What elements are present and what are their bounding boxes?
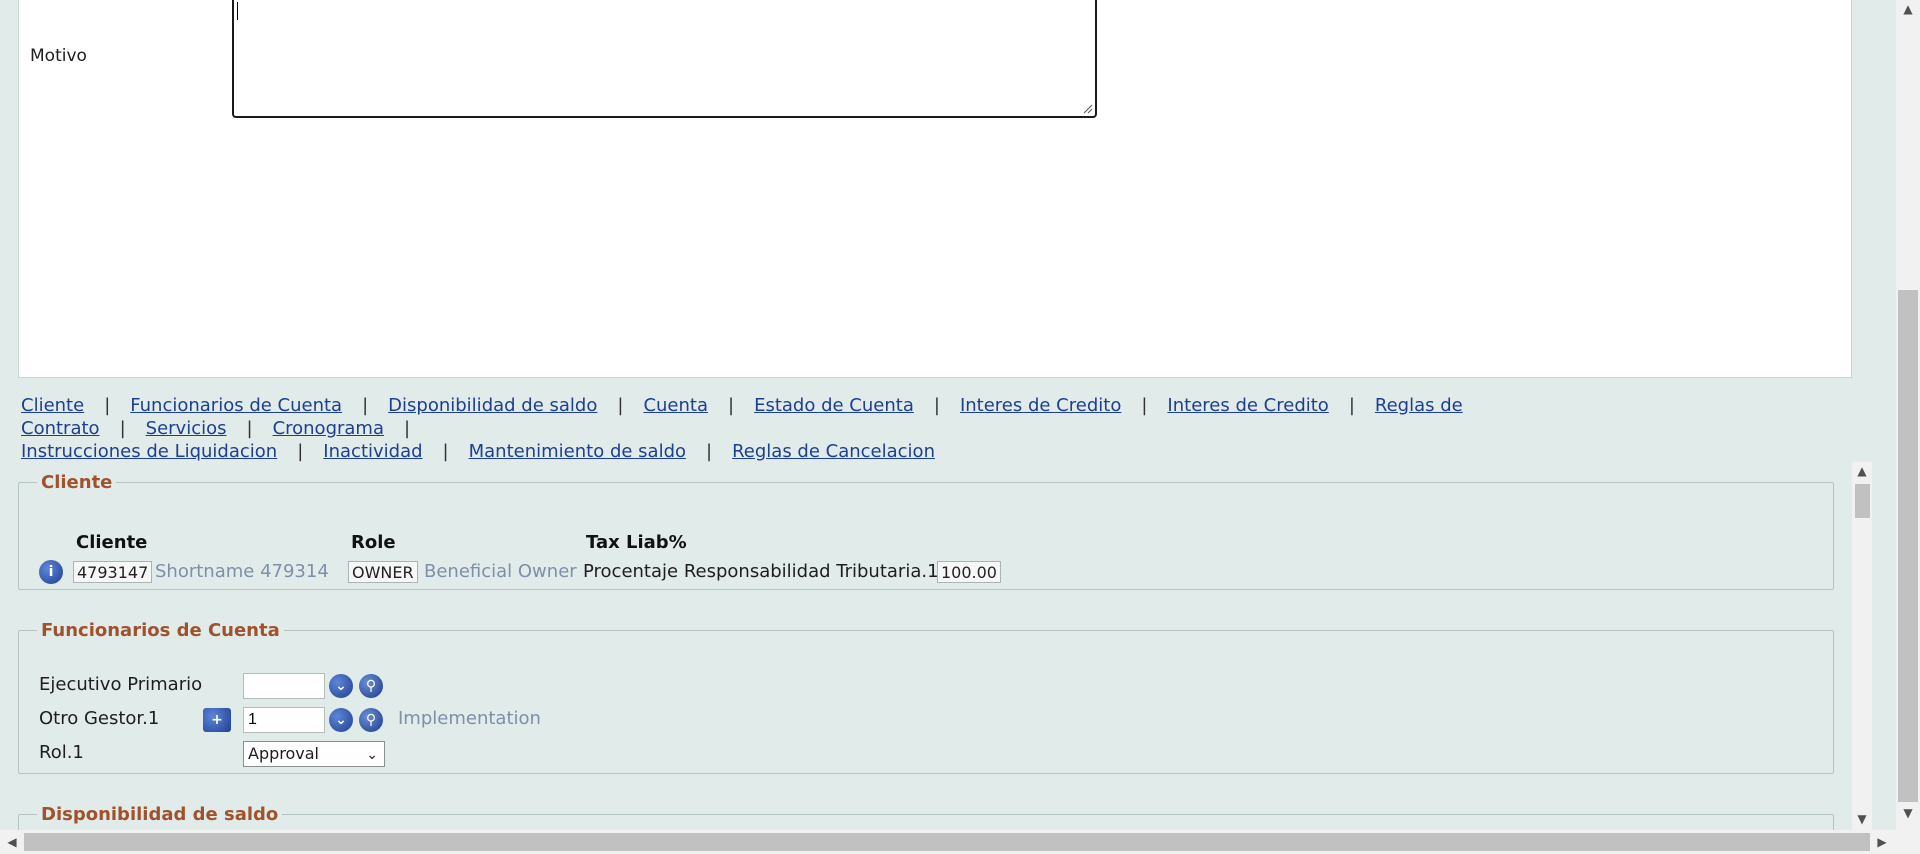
rol-label: Rol.1 [39, 742, 84, 763]
role-header: Role [351, 532, 396, 553]
horizontal-scrollbar[interactable]: ◀ ▶ [0, 830, 1896, 854]
link-separator: | [104, 395, 111, 416]
rol-select[interactable]: Approval ⌄ [243, 741, 385, 767]
role-code-field: OWNER [348, 561, 418, 583]
link-separator: | [1141, 395, 1148, 416]
disponibilidad-fieldset: Disponibilidad de saldo [18, 804, 1834, 830]
nav-link-cronograma[interactable]: Cronograma [273, 418, 384, 439]
plus-icon[interactable]: + [203, 708, 231, 732]
tax-label: Procentaje Responsabilidad Tributaria.1 [583, 561, 939, 582]
link-separator: | [933, 395, 940, 416]
nav-link-instrucciones[interactable]: Instrucciones de Liquidacion [21, 441, 277, 462]
link-separator: | [1348, 395, 1355, 416]
scroll-right-icon[interactable]: ▶ [1874, 835, 1890, 849]
scroll-down-icon[interactable]: ▼ [1900, 806, 1916, 820]
motivo-panel: Motivo [18, 0, 1852, 378]
ejecutivo-label: Ejecutivo Primario [39, 674, 203, 695]
motivo-label: Motivo [30, 46, 87, 66]
page-scrollbar-thumb[interactable] [1898, 290, 1918, 802]
scroll-up-icon[interactable]: ▲ [1854, 464, 1870, 478]
magnifier-icon[interactable]: ⚲ [359, 674, 383, 698]
link-separator: | [706, 441, 713, 462]
tax-header: Tax Liab% [586, 532, 687, 553]
otro-gestor-label: Otro Gestor.1 [39, 708, 160, 729]
scroll-up-icon[interactable]: ▲ [1900, 2, 1916, 16]
chevron-down-icon: ⌄ [366, 747, 378, 763]
page-scrollbar[interactable]: ▲ ▼ [1896, 0, 1920, 854]
cliente-fieldset: Cliente Cliente Role Tax Liab% i 4793147… [18, 472, 1834, 590]
role-description: Beneficial Owner [424, 561, 577, 582]
nav-link-cuenta[interactable]: Cuenta [643, 395, 708, 416]
scroll-left-icon[interactable]: ◀ [4, 835, 20, 849]
text-caret [237, 2, 238, 20]
link-separator: | [119, 418, 126, 439]
section-scrollbar-thumb[interactable] [1855, 484, 1870, 518]
chevron-down-icon[interactable]: ⌄ [329, 674, 353, 698]
motivo-textarea[interactable] [232, 0, 1097, 118]
otro-gestor-description: Implementation [398, 708, 541, 729]
disponibilidad-legend: Disponibilidad de saldo [41, 804, 279, 825]
nav-link-disponibilidad[interactable]: Disponibilidad de saldo [388, 395, 597, 416]
nav-link-interes-credito-1[interactable]: Interes de Credito [960, 395, 1121, 416]
info-icon[interactable]: i [39, 560, 63, 584]
section-scrollbar[interactable]: ▲ ▼ [1852, 462, 1872, 830]
link-separator: | [728, 395, 735, 416]
nav-link-inactividad[interactable]: Inactividad [323, 441, 422, 462]
chevron-down-icon[interactable]: ⌄ [329, 708, 353, 732]
link-separator: | [246, 418, 253, 439]
client-shortname: Shortname 479314 [155, 561, 329, 582]
funcionarios-legend: Funcionarios de Cuenta [41, 620, 280, 641]
link-separator: | [442, 441, 449, 462]
sections-scroll-region: Cliente Cliente Role Tax Liab% i 4793147… [0, 462, 1876, 830]
nav-link-reglas-cancelacion[interactable]: Reglas de Cancelacion [732, 441, 935, 462]
magnifier-icon[interactable]: ⚲ [359, 708, 383, 732]
link-separator: | [617, 395, 624, 416]
link-separator: | [404, 418, 411, 439]
ejecutivo-input[interactable] [243, 673, 325, 699]
link-separator: | [297, 441, 304, 462]
section-nav-links: Cliente | Funcionarios de Cuenta | Disponibi… [21, 394, 1861, 463]
rol-selected-value: Approval [248, 744, 319, 763]
cliente-header: Cliente [76, 532, 148, 553]
tax-value-field: 100.00 [937, 561, 1001, 583]
scroll-down-icon[interactable]: ▼ [1854, 812, 1870, 826]
nav-link-funcionarios[interactable]: Funcionarios de Cuenta [130, 395, 342, 416]
funcionarios-fieldset: Funcionarios de Cuenta Ejecutivo Primari… [18, 620, 1834, 774]
nav-link-estado-cuenta[interactable]: Estado de Cuenta [754, 395, 914, 416]
client-id-field: 4793147 [73, 561, 153, 583]
resize-grip-icon[interactable] [1083, 104, 1093, 114]
otro-gestor-input[interactable] [243, 707, 325, 733]
nav-link-servicios[interactable]: Servicios [146, 418, 227, 439]
horizontal-scrollbar-thumb[interactable] [24, 833, 1870, 851]
nav-link-mantenimiento[interactable]: Mantenimiento de saldo [469, 441, 686, 462]
cliente-legend: Cliente [41, 472, 113, 493]
nav-link-cliente[interactable]: Cliente [21, 395, 84, 416]
nav-link-interes-credito-2[interactable]: Interes de Credito [1167, 395, 1328, 416]
link-separator: | [362, 395, 369, 416]
